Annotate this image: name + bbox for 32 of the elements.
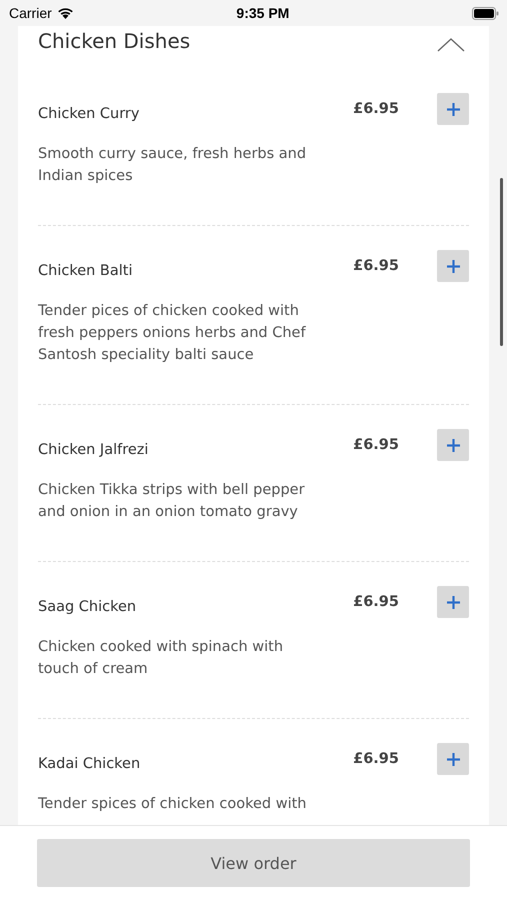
plus-icon [446, 752, 460, 766]
dish-price: £6.95 [353, 751, 399, 767]
add-button[interactable] [437, 586, 469, 618]
chevron-up-icon[interactable] [437, 38, 465, 52]
dish-description: Tender spices of chicken cooked with [38, 795, 308, 814]
dish-description: Chicken cooked with spinach with touch of cream [38, 638, 284, 679]
dish-name: Kadai Chicken [38, 755, 142, 772]
battery-icon [472, 6, 499, 20]
wifi-icon [56, 7, 74, 19]
add-button[interactable] [437, 93, 469, 125]
section-title: Chicken Dishes [38, 29, 190, 53]
dish-price: £6.95 [353, 594, 399, 610]
add-button[interactable] [437, 743, 469, 775]
dish-description: Tender pices of chicken cooked with fresh peppers onions herbs and Chef Santosh speciality balti sauce [38, 302, 307, 365]
dish-price: £6.95 [353, 101, 399, 117]
dish-price: £6.95 [353, 437, 399, 453]
carrier-label: Carrier [9, 5, 52, 21]
plus-icon [446, 594, 460, 610]
add-button[interactable] [437, 250, 469, 282]
dish-description: Chicken Tikka strips with bell pepper and onion in an onion tomato gravy [38, 481, 306, 522]
plus-icon [446, 102, 460, 116]
dish-price: £6.95 [353, 258, 399, 274]
dish-name: Saag Chicken [38, 598, 138, 615]
plus-icon [446, 258, 460, 274]
status-time: 9:35 PM [236, 5, 290, 21]
dish-name: Chicken Curry [38, 105, 140, 122]
dish-description: Smooth curry sauce, fresh herbs and Indian spices [38, 145, 308, 186]
dish-name: Chicken Balti [38, 262, 134, 279]
view-order-button[interactable]: View order [37, 839, 470, 887]
plus-icon [446, 438, 460, 452]
add-button[interactable] [437, 429, 469, 461]
dish-name: Chicken Jalfrezi [38, 441, 150, 458]
